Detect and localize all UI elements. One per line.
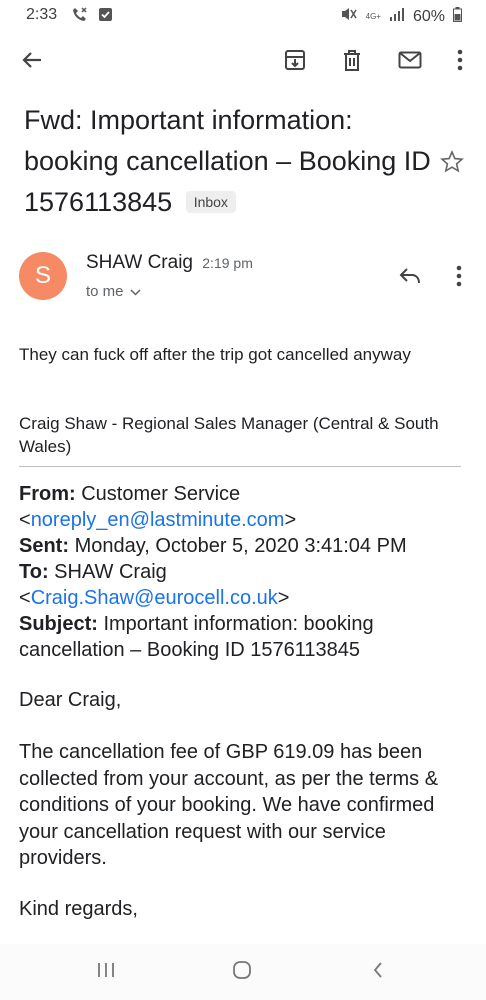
cancellation-paragraph: The cancellation fee of GBP 619.09 has b… (19, 741, 439, 869)
mute-icon (340, 6, 358, 27)
divider (19, 466, 461, 467)
more-options-button[interactable] (438, 40, 482, 84)
sender-name: SHAW Craig (86, 252, 193, 273)
sent-time: 2:19 pm (202, 255, 253, 271)
reply-button[interactable] (392, 260, 428, 296)
status-bar: 2:33 4G+ 60% (0, 0, 486, 30)
missed-call-icon (72, 6, 88, 27)
from-line: From: Customer Service <noreply_en@lastmi… (19, 483, 297, 531)
network-icon: 4G+ (365, 11, 381, 21)
battery-percent: 60% (412, 7, 445, 25)
delete-button[interactable] (330, 40, 374, 84)
closing-text: Kind regards, (19, 898, 138, 920)
message-more-button[interactable] (444, 260, 474, 296)
mark-unread-button[interactable] (388, 40, 432, 84)
back-nav-button[interactable] (358, 956, 398, 988)
signal-icon (389, 7, 405, 26)
recent-apps-icon (96, 961, 116, 984)
system-nav-bar (0, 944, 486, 1000)
battery-icon (453, 6, 462, 27)
home-icon (232, 960, 252, 985)
sender-line: SHAW Craig 2:19 pm (86, 252, 253, 274)
greeting: Dear Craig, (19, 689, 122, 711)
forwarded-header: From: Customer Service <noreply_en@lastmi… (19, 481, 467, 663)
archive-icon (284, 49, 306, 76)
sent-line: Sent: Monday, October 5, 2020 3:41:04 PM (19, 535, 407, 557)
more-vert-icon (456, 265, 462, 292)
signature-text: Craig Shaw - Regional Sales Manager (Cen… (19, 414, 439, 456)
email-subject: Fwd: Important information: booking canc… (24, 100, 444, 223)
trash-icon (342, 49, 362, 76)
home-button[interactable] (222, 956, 262, 988)
recipient-details-toggle[interactable]: to me (86, 283, 141, 300)
more-vert-icon (457, 49, 463, 76)
check-box-icon (98, 7, 113, 27)
arrow-back-icon (21, 49, 43, 76)
status-time: 2:33 (26, 6, 58, 23)
message-body-text: They can fuck off after the trip got can… (19, 345, 411, 364)
recent-apps-button[interactable] (86, 956, 126, 988)
archive-button[interactable] (273, 40, 317, 84)
chevron-left-icon (372, 961, 384, 984)
to-email-link[interactable]: Craig.Shaw@eurocell.co.uk (31, 587, 278, 609)
star-icon (440, 149, 464, 179)
from-email-link[interactable]: noreply_en@lastminute.com (31, 509, 285, 531)
star-button[interactable] (436, 148, 468, 180)
to-line: To: SHAW Craig <Craig.Shaw@eurocell.co.uk… (19, 561, 290, 609)
chevron-down-icon (129, 283, 141, 300)
mail-icon (398, 51, 422, 74)
inbox-label-badge[interactable]: Inbox (185, 191, 236, 213)
avatar[interactable]: S (19, 252, 67, 300)
recipient-text: to me (86, 283, 124, 300)
toolbar (0, 40, 486, 86)
reply-icon (399, 267, 421, 290)
subject-line: Subject: Important information: booking … (19, 613, 374, 661)
back-button[interactable] (10, 40, 54, 84)
